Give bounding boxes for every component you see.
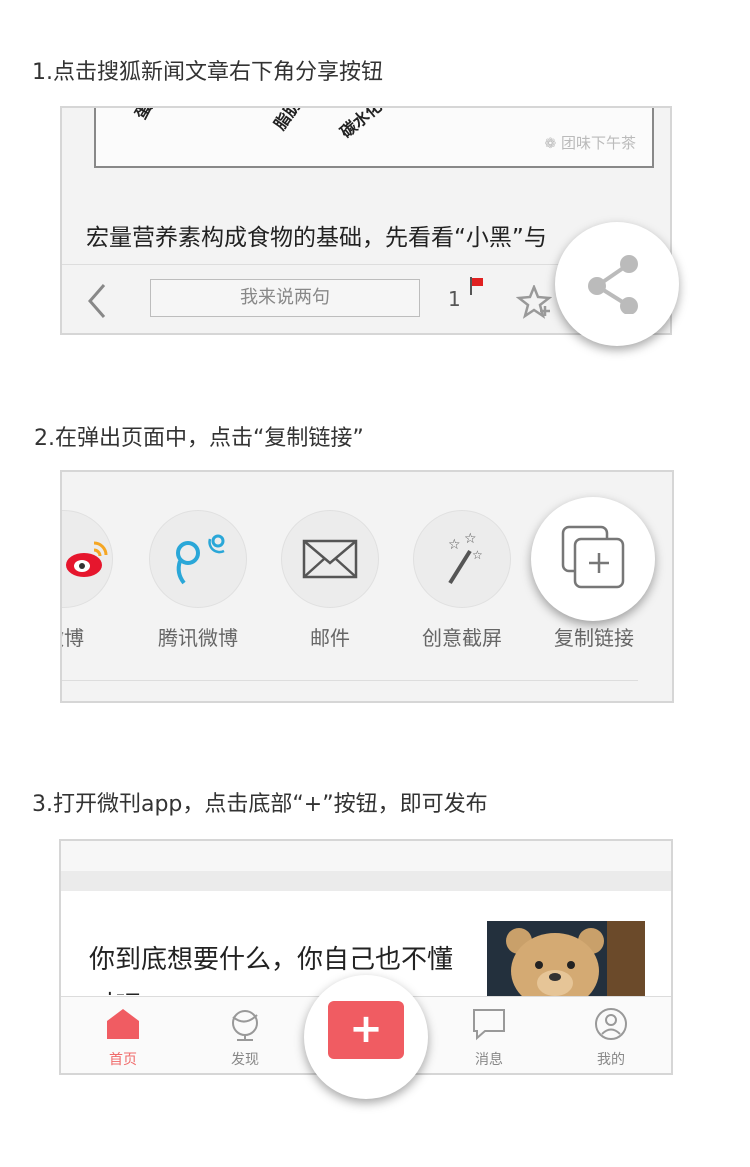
article-headline: 宏量营养素构成食物的基础，先看看“小黑”与 xyxy=(86,225,547,251)
globe-icon xyxy=(227,1010,263,1045)
tab-label: 消息 xyxy=(475,1052,503,1068)
favorite-star-icon[interactable] xyxy=(515,283,553,323)
tencent-weibo-icon xyxy=(170,529,232,593)
tab-label: 首页 xyxy=(109,1052,137,1068)
share-item-label: 邮件 xyxy=(310,626,350,650)
share-item-label: 复制链接 xyxy=(554,626,634,650)
comment-count[interactable]: 1 xyxy=(448,287,461,311)
plus-icon: + xyxy=(328,1001,404,1059)
divider xyxy=(62,680,638,681)
image-handwriting: 蛋 xyxy=(131,106,156,123)
svg-text:☆: ☆ xyxy=(464,531,477,547)
teddy-bear-photo[interactable] xyxy=(487,921,645,1001)
share-button[interactable] xyxy=(555,222,679,346)
message-icon xyxy=(471,1009,507,1045)
tab-discover[interactable]: 发现 xyxy=(205,1007,285,1069)
article-image: 蛋 脂肪 碳水化 ❁ 团味下午茶 xyxy=(94,106,654,168)
magic-wand-icon: ☆ ☆ ☆ xyxy=(440,531,486,591)
profile-icon xyxy=(593,1008,629,1045)
publish-plus-button[interactable]: + xyxy=(304,975,428,1099)
mail-icon xyxy=(302,539,358,583)
share-item-screenshot[interactable]: ☆ ☆ ☆ 创意截屏 xyxy=(412,510,512,650)
image-handwriting: 碳水化 xyxy=(336,106,386,142)
share-item-tencent-weibo[interactable]: 腾讯微博 xyxy=(148,510,248,650)
tab-me[interactable]: 我的 xyxy=(571,1007,651,1069)
share-item-label: 微博 xyxy=(62,626,84,650)
share-icon xyxy=(585,254,649,318)
back-icon[interactable] xyxy=(84,281,110,325)
share-item-label: 创意截屏 xyxy=(422,626,502,650)
tab-label: 我的 xyxy=(597,1052,625,1068)
copy-link-button[interactable] xyxy=(531,497,655,621)
comment-flag-icon xyxy=(470,277,484,299)
image-watermark: ❁ 团味下午茶 xyxy=(544,134,636,152)
wechat-icon: ❁ xyxy=(544,136,557,152)
tab-messages[interactable]: 消息 xyxy=(449,1007,529,1069)
copy-link-icon xyxy=(561,525,627,595)
comment-input[interactable]: 我来说两句 xyxy=(150,279,420,317)
image-handwriting: 脂肪 xyxy=(270,106,305,134)
svg-text:☆: ☆ xyxy=(472,548,483,562)
weibo-icon xyxy=(64,535,110,585)
share-item-weibo[interactable]: 微博 xyxy=(62,510,114,650)
share-item-mail[interactable]: 邮件 xyxy=(280,510,380,650)
feed-item-title[interactable]: 你到底想要什么，你自己也不懂对吧 xyxy=(89,937,469,995)
tab-label: 发现 xyxy=(231,1052,259,1068)
step-2-title: 2.在弹出页面中，点击“复制链接” xyxy=(34,426,364,451)
tab-home[interactable]: 首页 xyxy=(83,1007,163,1069)
share-item-label: 腾讯微博 xyxy=(158,626,238,650)
step-3-title: 3.打开微刊app，点击底部“+”按钮，即可发布 xyxy=(32,792,488,817)
step-1-title: 1.点击搜狐新闻文章右下角分享按钮 xyxy=(32,60,383,85)
home-icon xyxy=(105,1009,141,1045)
svg-text:☆: ☆ xyxy=(448,537,461,553)
